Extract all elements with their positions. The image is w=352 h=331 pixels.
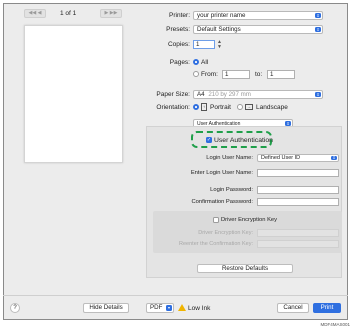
- confirmation-password-label: Confirmation Password:: [191, 199, 253, 205]
- page-preview: [24, 25, 123, 163]
- copies-label: Copies:: [167, 41, 190, 48]
- warning-icon: [178, 304, 186, 311]
- landscape-icon: →: [245, 104, 253, 110]
- print-button[interactable]: Print: [313, 303, 341, 313]
- last-page-icon: ▶ ▶▶: [104, 10, 118, 16]
- printer-label: Printer:: [169, 12, 190, 19]
- paper-size-popup[interactable]: A4 210 by 297 mm ⇕: [193, 90, 323, 99]
- login-user-name-label: Login User Name:: [206, 155, 253, 161]
- copies-value: 1: [196, 41, 200, 48]
- reenter-confirmation-key-label: Reenter the Confirmation Key:: [179, 241, 253, 247]
- preview-nav-first-button[interactable]: ◀◀ ◀: [24, 9, 46, 18]
- pages-to-field[interactable]: 1: [267, 70, 295, 79]
- pages-to-label: to:: [255, 71, 263, 78]
- pages-from-field[interactable]: 1: [222, 70, 250, 79]
- hide-details-button[interactable]: Hide Details: [83, 303, 129, 313]
- chevron-updown-icon: ⇕: [315, 92, 321, 97]
- driver-encryption-key-label: Driver Encryption Key: [221, 217, 278, 223]
- low-ink-label: Low Ink: [188, 305, 211, 312]
- driver-encryption-key-field-label: Driver Encryption Key:: [198, 230, 253, 236]
- confirmation-password-field[interactable]: [257, 198, 339, 206]
- page-indicator: 1 of 1: [60, 10, 77, 17]
- paper-size-value: A4: [197, 91, 205, 98]
- presets-label: Presets:: [166, 26, 190, 33]
- preview-nav-last-button[interactable]: ▶ ▶▶: [100, 9, 122, 18]
- copies-field[interactable]: 1: [193, 40, 215, 49]
- paper-size-label: Paper Size:: [156, 91, 190, 98]
- presets-popup[interactable]: Default Settings ⇕: [193, 25, 323, 34]
- pages-range-radio[interactable]: [193, 71, 199, 77]
- pages-all-radio[interactable]: [193, 59, 199, 65]
- printer-value: your printer name: [197, 12, 246, 19]
- pdf-label: PDF: [150, 304, 163, 311]
- pages-from-label: From:: [201, 71, 218, 78]
- restore-defaults-button[interactable]: Restore Defaults: [197, 264, 293, 273]
- orientation-landscape-radio[interactable]: [237, 104, 243, 110]
- login-password-field[interactable]: [257, 186, 339, 194]
- login-password-label: Login Password:: [210, 187, 253, 193]
- orientation-label: Orientation:: [156, 104, 190, 111]
- login-user-name-popup[interactable]: Defined User ID ⇕: [257, 154, 339, 162]
- enter-login-user-name-label: Enter Login User Name:: [190, 170, 253, 176]
- enter-login-user-name-field[interactable]: [257, 169, 339, 177]
- chevron-down-icon: ▾: [166, 305, 172, 311]
- cancel-button[interactable]: Cancel: [277, 303, 309, 313]
- paper-size-dimensions: 210 by 297 mm: [208, 91, 251, 98]
- printer-popup[interactable]: your printer name ⇕: [193, 11, 323, 20]
- figure-code: MDF4MAS001: [320, 322, 350, 327]
- user-authentication-label: User Authentication: [214, 137, 273, 144]
- pages-from-value: 1: [225, 71, 229, 78]
- help-icon: ?: [13, 305, 17, 311]
- driver-encryption-key-field: [257, 229, 339, 237]
- pages-label: Pages:: [169, 59, 190, 66]
- user-authentication-checkbox[interactable]: ✓: [206, 137, 212, 143]
- login-user-name-value: Defined User ID: [261, 155, 301, 161]
- help-button[interactable]: ?: [10, 303, 20, 313]
- orientation-landscape-label: Landscape: [256, 104, 288, 111]
- portrait-icon: ↑: [201, 103, 207, 111]
- chevron-updown-icon: ⇕: [315, 27, 321, 32]
- footer-divider: [3, 295, 348, 296]
- reenter-confirmation-key-field: [257, 240, 339, 248]
- copies-stepper-icon[interactable]: ▲ ▼: [217, 40, 222, 50]
- orientation-portrait-radio[interactable]: [193, 104, 199, 110]
- driver-encryption-key-checkbox[interactable]: [213, 217, 219, 223]
- presets-value: Default Settings: [197, 26, 241, 33]
- pages-all-label: All: [201, 59, 209, 66]
- chevron-updown-icon: ⇕: [331, 155, 337, 160]
- chevron-updown-icon: ⇕: [315, 13, 321, 18]
- pdf-button[interactable]: PDF ▾: [146, 303, 174, 313]
- pages-to-value: 1: [270, 71, 274, 78]
- orientation-portrait-label: Portrait: [210, 104, 231, 111]
- first-page-icon: ◀◀ ◀: [28, 10, 42, 16]
